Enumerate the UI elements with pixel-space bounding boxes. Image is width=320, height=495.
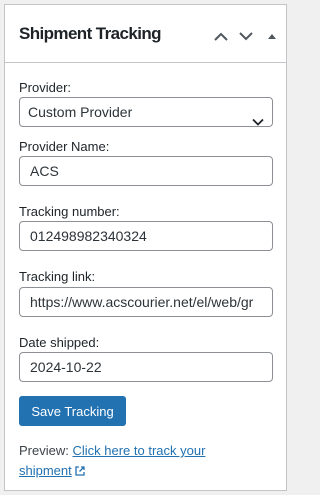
external-link-icon xyxy=(75,462,85,482)
provider-select[interactable]: Custom Provider xyxy=(19,97,273,127)
tracking-link-label: Tracking link: xyxy=(19,269,96,284)
toggle-panel-button[interactable] xyxy=(261,25,283,47)
tracking-number-label: Tracking number: xyxy=(19,204,120,219)
tracking-number-input[interactable]: 012498982340324 xyxy=(19,221,273,251)
save-tracking-button[interactable]: Save Tracking xyxy=(19,396,126,426)
provider-name-label: Provider Name: xyxy=(19,139,110,154)
move-up-button[interactable] xyxy=(210,25,232,47)
panel-title: Shipment Tracking xyxy=(19,24,161,43)
triangle-up-icon xyxy=(267,33,277,40)
date-shipped-label: Date shipped: xyxy=(19,335,100,350)
provider-select-value: Custom Provider xyxy=(28,104,133,120)
preview-line: Preview: Click here to track your shipme… xyxy=(19,441,219,482)
provider-name-input[interactable]: ACS xyxy=(19,156,273,186)
chevron-down-icon xyxy=(239,31,253,41)
chevron-up-icon xyxy=(214,32,228,41)
date-shipped-input[interactable]: 2024-10-22 xyxy=(19,352,273,382)
preview-label: Preview: xyxy=(19,443,69,458)
panel-header: Shipment Tracking xyxy=(5,5,286,63)
tracking-link-input[interactable]: https://www.acscourier.net/el/web/gr xyxy=(19,287,273,317)
shipment-tracking-panel: Shipment Tracking Provider: Custom Provi… xyxy=(4,4,287,491)
move-down-button[interactable] xyxy=(235,25,257,47)
chevron-down-icon xyxy=(252,107,264,126)
provider-label: Provider: xyxy=(19,80,72,95)
